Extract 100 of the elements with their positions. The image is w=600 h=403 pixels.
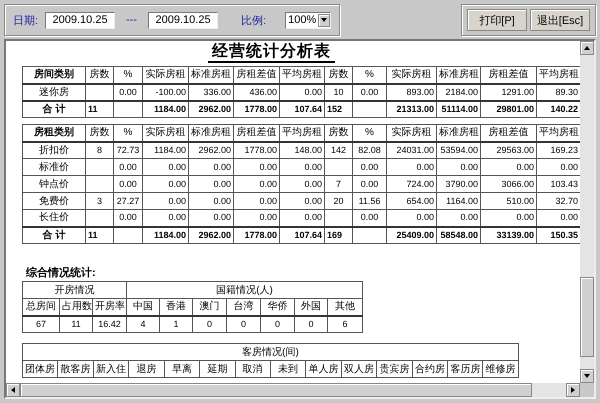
table-cell: -100.00 bbox=[142, 84, 188, 100]
table-cell: 29801.00 bbox=[480, 100, 536, 118]
table-cell: 4 bbox=[126, 316, 160, 332]
table-cell: 0.00 bbox=[188, 210, 234, 226]
end-date-field[interactable]: 2009.10.25 bbox=[148, 12, 218, 28]
table-cell: 3 bbox=[86, 192, 114, 210]
scrollbar-thumb[interactable] bbox=[580, 277, 594, 357]
table-cell: 8 bbox=[86, 142, 114, 158]
table-cell: 1184.00 bbox=[142, 100, 188, 118]
column-header: 总房间 bbox=[22, 298, 60, 316]
table-cell: 72.73 bbox=[114, 142, 142, 158]
table-cell bbox=[114, 100, 142, 118]
table-cell bbox=[86, 210, 114, 226]
column-header: 香港 bbox=[160, 298, 192, 316]
table-cell: 2962.00 bbox=[188, 226, 234, 244]
section-title: 综合情况统计: bbox=[26, 266, 96, 280]
table-cell: 钟点价 bbox=[22, 176, 86, 192]
table-cell: 1164.00 bbox=[436, 192, 480, 210]
scale-dropdown[interactable]: 100% bbox=[285, 12, 331, 28]
table-cell: 3066.00 bbox=[480, 176, 536, 192]
table-cell: 11 bbox=[86, 226, 114, 244]
range-separator: --- bbox=[126, 14, 138, 26]
table-cell: 1778.00 bbox=[234, 226, 280, 244]
table-cell: 53594.00 bbox=[436, 142, 480, 158]
table-cell: 436.00 bbox=[234, 84, 280, 100]
column-header: 房数 bbox=[86, 124, 114, 142]
table-cell: 58548.00 bbox=[436, 226, 480, 244]
column-header: 未到 bbox=[270, 360, 306, 378]
table-cell: 1778.00 bbox=[234, 100, 280, 118]
column-header: 标准房租 bbox=[188, 124, 234, 142]
table-cell: 0 bbox=[260, 316, 294, 332]
table-cell: 1 bbox=[160, 316, 192, 332]
column-header: % bbox=[352, 66, 386, 84]
table-cell: 51114.00 bbox=[436, 100, 480, 118]
table-cell: 16.42 bbox=[92, 316, 126, 332]
column-header: 标准房租 bbox=[436, 66, 480, 84]
table-cell: 2962.00 bbox=[188, 100, 234, 118]
table-cell: 0.00 bbox=[280, 84, 324, 100]
column-header: 客历房 bbox=[448, 360, 483, 378]
column-header: % bbox=[114, 124, 142, 142]
column-header: 实际房租 bbox=[142, 66, 188, 84]
table-cell: 0.00 bbox=[114, 158, 142, 176]
column-header: 华侨 bbox=[260, 298, 294, 316]
table-cell: 合 计 bbox=[22, 100, 86, 118]
table-cell: 0.00 bbox=[436, 210, 480, 226]
column-header: 维修房 bbox=[482, 360, 518, 378]
table-cell bbox=[86, 176, 114, 192]
column-header: 房数 bbox=[324, 124, 352, 142]
table-cell: 0.00 bbox=[142, 210, 188, 226]
table-cell: 29563.00 bbox=[480, 142, 536, 158]
date-label: 日期: bbox=[13, 14, 38, 28]
column-header: 房租差值 bbox=[234, 124, 280, 142]
scroll-left-button[interactable] bbox=[6, 383, 20, 397]
table-cell: 0 bbox=[294, 316, 328, 332]
table-cell: 142 bbox=[324, 142, 352, 158]
scroll-down-button[interactable] bbox=[580, 369, 594, 383]
table-cell: 654.00 bbox=[386, 192, 436, 210]
table-cell: 152 bbox=[324, 100, 352, 118]
table-cell: 0.00 bbox=[234, 192, 280, 210]
column-header: 散客房 bbox=[58, 360, 94, 378]
table-cell: 0.00 bbox=[352, 176, 386, 192]
table-cell: 0.00 bbox=[142, 158, 188, 176]
column-header: 实际房租 bbox=[142, 124, 188, 142]
column-header: 房租类别 bbox=[22, 124, 86, 142]
scale-label: 比例: bbox=[241, 14, 266, 28]
print-button[interactable]: 打印[P] bbox=[467, 9, 527, 31]
column-header: 标准房租 bbox=[436, 124, 480, 142]
table-cell: 0.00 bbox=[280, 176, 324, 192]
table-cell: 107.64 bbox=[280, 100, 324, 118]
table-cell: 0.00 bbox=[142, 192, 188, 210]
table-cell: 893.00 bbox=[386, 84, 436, 100]
column-header: 台湾 bbox=[226, 298, 260, 316]
column-header: 贵宾房 bbox=[376, 360, 412, 378]
table-cell: 510.00 bbox=[480, 192, 536, 210]
table-cell: 82.08 bbox=[352, 142, 386, 158]
table-cell: 148.00 bbox=[280, 142, 324, 158]
table-cell: 10 bbox=[324, 84, 352, 100]
scrollbar-corner bbox=[580, 383, 594, 397]
scroll-up-button[interactable] bbox=[580, 41, 594, 55]
column-header: 房数 bbox=[86, 66, 114, 84]
table-cell: 20 bbox=[324, 192, 352, 210]
table-cell: 169 bbox=[324, 226, 352, 244]
table-cell: 0.00 bbox=[114, 210, 142, 226]
table-cell: 0.00 bbox=[188, 176, 234, 192]
column-header: 房租差值 bbox=[480, 124, 536, 142]
exit-button[interactable]: 退出[Esc] bbox=[530, 9, 590, 31]
column-header: 标准房租 bbox=[188, 66, 234, 84]
table-cell bbox=[86, 84, 114, 100]
table-cell: 0.00 bbox=[436, 158, 480, 176]
column-header: 合约房 bbox=[412, 360, 448, 378]
table-cell: 0.00 bbox=[386, 158, 436, 176]
table-cell: 11.56 bbox=[352, 192, 386, 210]
table-cell: 0.00 bbox=[188, 192, 234, 210]
table-cell: 1778.00 bbox=[234, 142, 280, 158]
table-cell: 27.27 bbox=[114, 192, 142, 210]
scroll-right-button[interactable] bbox=[566, 383, 580, 397]
vertical-scrollbar[interactable] bbox=[580, 41, 594, 383]
start-date-field[interactable]: 2009.10.25 bbox=[45, 12, 116, 28]
column-header: 房数 bbox=[324, 66, 352, 84]
table-cell: 1184.00 bbox=[142, 226, 188, 244]
